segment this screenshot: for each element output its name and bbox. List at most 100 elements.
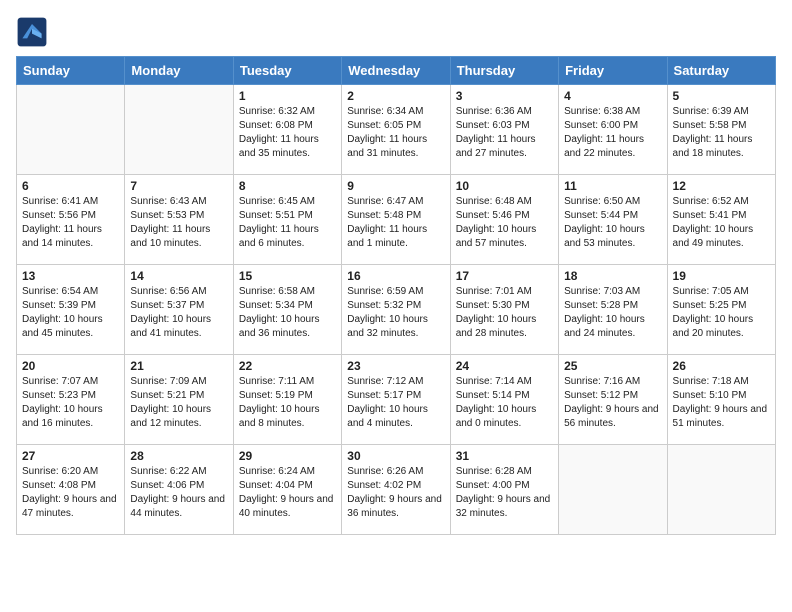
calendar-week-row: 1 Sunrise: 6:32 AM Sunset: 6:08 PM Daylig… [17, 85, 776, 175]
day-info: Sunrise: 6:48 AM Sunset: 5:46 PM Dayligh… [456, 195, 553, 251]
day-info: Sunrise: 6:41 AM Sunset: 5:56 PM Dayligh… [22, 195, 119, 251]
logo [16, 16, 52, 48]
calendar-cell: 29 Sunrise: 6:24 AM Sunset: 4:04 PM Dayli… [233, 445, 341, 535]
day-info: Sunrise: 7:18 AM Sunset: 5:10 PM Dayligh… [673, 375, 770, 431]
calendar-cell: 18Sunrise: 7:03 AM Sunset: 5:28 PM Dayli… [559, 265, 667, 355]
day-number: 8 [239, 179, 336, 193]
calendar-cell [125, 85, 233, 175]
day-header-tuesday: Tuesday [233, 57, 341, 85]
calendar-cell: 1 Sunrise: 6:32 AM Sunset: 6:08 PM Daylig… [233, 85, 341, 175]
day-header-wednesday: Wednesday [342, 57, 450, 85]
calendar-cell: 7Sunrise: 6:43 AM Sunset: 5:53 PM Daylig… [125, 175, 233, 265]
calendar-cell: 28 Sunrise: 6:22 AM Sunset: 4:06 PM Dayli… [125, 445, 233, 535]
day-number: 29 [239, 449, 336, 463]
day-info: Sunrise: 6:39 AM Sunset: 5:58 PM Dayligh… [673, 105, 770, 161]
day-number: 16 [347, 269, 444, 283]
day-info: Sunrise: 7:11 AM Sunset: 5:19 PM Dayligh… [239, 375, 336, 431]
day-info: Sunrise: 6:38 AM Sunset: 6:00 PM Dayligh… [564, 105, 661, 161]
calendar-cell: 23Sunrise: 7:12 AM Sunset: 5:17 PM Dayli… [342, 355, 450, 445]
day-info: Sunrise: 6:20 AM Sunset: 4:08 PM Dayligh… [22, 465, 119, 521]
page-header [16, 16, 776, 48]
calendar-cell: 19Sunrise: 7:05 AM Sunset: 5:25 PM Dayli… [667, 265, 775, 355]
day-number: 26 [673, 359, 770, 373]
day-info: Sunrise: 6:47 AM Sunset: 5:48 PM Dayligh… [347, 195, 444, 251]
day-info: Sunrise: 6:26 AM Sunset: 4:02 PM Dayligh… [347, 465, 444, 521]
day-info: Sunrise: 7:16 AM Sunset: 5:12 PM Dayligh… [564, 375, 661, 431]
day-number: 6 [22, 179, 119, 193]
day-number: 3 [456, 89, 553, 103]
day-header-saturday: Saturday [667, 57, 775, 85]
day-number: 22 [239, 359, 336, 373]
calendar-cell: 4 Sunrise: 6:38 AM Sunset: 6:00 PM Daylig… [559, 85, 667, 175]
calendar-header-row: SundayMondayTuesdayWednesdayThursdayFrid… [17, 57, 776, 85]
calendar-cell: 5 Sunrise: 6:39 AM Sunset: 5:58 PM Daylig… [667, 85, 775, 175]
day-number: 17 [456, 269, 553, 283]
day-number: 14 [130, 269, 227, 283]
day-number: 18 [564, 269, 661, 283]
calendar-cell: 8 Sunrise: 6:45 AM Sunset: 5:51 PM Daylig… [233, 175, 341, 265]
calendar-cell: 15Sunrise: 6:58 AM Sunset: 5:34 PM Dayli… [233, 265, 341, 355]
calendar-cell: 2Sunrise: 6:34 AM Sunset: 6:05 PM Daylig… [342, 85, 450, 175]
day-number: 11 [564, 179, 661, 193]
calendar-cell [667, 445, 775, 535]
calendar-cell: 13 Sunrise: 6:54 AM Sunset: 5:39 PM Dayli… [17, 265, 125, 355]
day-number: 28 [130, 449, 227, 463]
calendar-cell [559, 445, 667, 535]
day-info: Sunrise: 6:58 AM Sunset: 5:34 PM Dayligh… [239, 285, 336, 341]
day-number: 10 [456, 179, 553, 193]
day-number: 1 [239, 89, 336, 103]
day-info: Sunrise: 6:59 AM Sunset: 5:32 PM Dayligh… [347, 285, 444, 341]
calendar-cell: 10 Sunrise: 6:48 AM Sunset: 5:46 PM Dayli… [450, 175, 558, 265]
calendar-week-row: 13 Sunrise: 6:54 AM Sunset: 5:39 PM Dayli… [17, 265, 776, 355]
day-header-sunday: Sunday [17, 57, 125, 85]
calendar-week-row: 27Sunrise: 6:20 AM Sunset: 4:08 PM Dayli… [17, 445, 776, 535]
day-number: 25 [564, 359, 661, 373]
day-number: 23 [347, 359, 444, 373]
day-info: Sunrise: 6:52 AM Sunset: 5:41 PM Dayligh… [673, 195, 770, 251]
day-info: Sunrise: 6:56 AM Sunset: 5:37 PM Dayligh… [130, 285, 227, 341]
calendar-cell: 22 Sunrise: 7:11 AM Sunset: 5:19 PM Dayli… [233, 355, 341, 445]
day-info: Sunrise: 6:24 AM Sunset: 4:04 PM Dayligh… [239, 465, 336, 521]
day-info: Sunrise: 7:01 AM Sunset: 5:30 PM Dayligh… [456, 285, 553, 341]
calendar-cell: 21Sunrise: 7:09 AM Sunset: 5:21 PM Dayli… [125, 355, 233, 445]
day-info: Sunrise: 7:09 AM Sunset: 5:21 PM Dayligh… [130, 375, 227, 431]
calendar-cell [17, 85, 125, 175]
calendar-cell: 31 Sunrise: 6:28 AM Sunset: 4:00 PM Dayli… [450, 445, 558, 535]
day-number: 2 [347, 89, 444, 103]
day-info: Sunrise: 6:54 AM Sunset: 5:39 PM Dayligh… [22, 285, 119, 341]
day-number: 30 [347, 449, 444, 463]
day-header-thursday: Thursday [450, 57, 558, 85]
logo-icon [16, 16, 48, 48]
calendar-week-row: 6 Sunrise: 6:41 AM Sunset: 5:56 PM Daylig… [17, 175, 776, 265]
day-info: Sunrise: 6:22 AM Sunset: 4:06 PM Dayligh… [130, 465, 227, 521]
day-info: Sunrise: 6:43 AM Sunset: 5:53 PM Dayligh… [130, 195, 227, 251]
calendar-table: SundayMondayTuesdayWednesdayThursdayFrid… [16, 56, 776, 535]
day-header-friday: Friday [559, 57, 667, 85]
day-number: 13 [22, 269, 119, 283]
day-info: Sunrise: 6:28 AM Sunset: 4:00 PM Dayligh… [456, 465, 553, 521]
calendar-cell: 11 Sunrise: 6:50 AM Sunset: 5:44 PM Dayli… [559, 175, 667, 265]
day-info: Sunrise: 6:50 AM Sunset: 5:44 PM Dayligh… [564, 195, 661, 251]
calendar-cell: 6 Sunrise: 6:41 AM Sunset: 5:56 PM Daylig… [17, 175, 125, 265]
day-number: 9 [347, 179, 444, 193]
day-header-monday: Monday [125, 57, 233, 85]
calendar-cell: 14 Sunrise: 6:56 AM Sunset: 5:37 PM Dayli… [125, 265, 233, 355]
day-number: 19 [673, 269, 770, 283]
day-number: 12 [673, 179, 770, 193]
day-number: 24 [456, 359, 553, 373]
calendar-cell: 16 Sunrise: 6:59 AM Sunset: 5:32 PM Dayli… [342, 265, 450, 355]
day-info: Sunrise: 6:32 AM Sunset: 6:08 PM Dayligh… [239, 105, 336, 161]
calendar-cell: 17 Sunrise: 7:01 AM Sunset: 5:30 PM Dayli… [450, 265, 558, 355]
calendar-cell: 27Sunrise: 6:20 AM Sunset: 4:08 PM Dayli… [17, 445, 125, 535]
calendar-week-row: 20Sunrise: 7:07 AM Sunset: 5:23 PM Dayli… [17, 355, 776, 445]
day-info: Sunrise: 6:45 AM Sunset: 5:51 PM Dayligh… [239, 195, 336, 251]
day-info: Sunrise: 7:14 AM Sunset: 5:14 PM Dayligh… [456, 375, 553, 431]
calendar-cell: 12 Sunrise: 6:52 AM Sunset: 5:41 PM Dayli… [667, 175, 775, 265]
day-number: 4 [564, 89, 661, 103]
day-info: Sunrise: 7:07 AM Sunset: 5:23 PM Dayligh… [22, 375, 119, 431]
calendar-cell: 25 Sunrise: 7:16 AM Sunset: 5:12 PM Dayli… [559, 355, 667, 445]
calendar-cell: 26 Sunrise: 7:18 AM Sunset: 5:10 PM Dayli… [667, 355, 775, 445]
day-number: 5 [673, 89, 770, 103]
day-number: 31 [456, 449, 553, 463]
calendar-cell: 3Sunrise: 6:36 AM Sunset: 6:03 PM Daylig… [450, 85, 558, 175]
